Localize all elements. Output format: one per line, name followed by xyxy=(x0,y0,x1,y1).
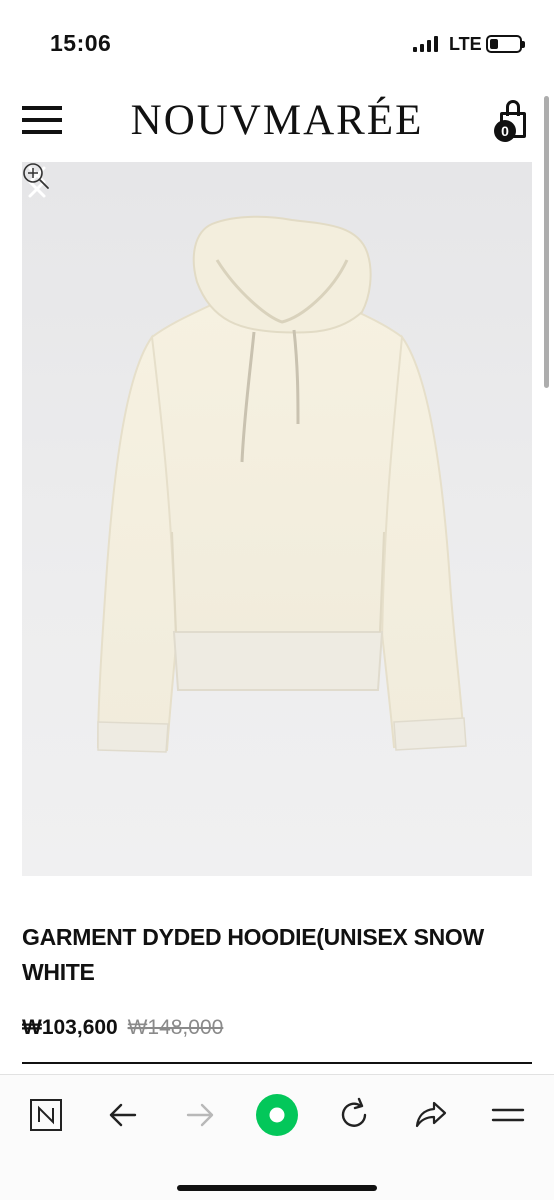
network-type: LTE xyxy=(449,34,482,54)
product-title: GARMENT DYDED HOODIE(UNISEX SNOW WHITE xyxy=(22,924,484,985)
status-bar: 15:06 LTE xyxy=(0,0,554,86)
site-header: NOUVMARÉE 0 xyxy=(0,86,554,162)
signal-icon xyxy=(413,36,439,52)
sale-price: ₩103,600 xyxy=(22,1016,118,1039)
cart-count-badge: 0 xyxy=(494,120,516,142)
status-time: 15:06 xyxy=(50,30,112,56)
battery-level xyxy=(490,39,498,49)
battery-icon xyxy=(486,35,525,53)
original-price: ₩148,000 xyxy=(127,1016,224,1039)
price-row: ₩103,600 ₩148,000 xyxy=(22,1016,223,1040)
naver-n-icon[interactable] xyxy=(24,1093,68,1137)
product-image-gallery[interactable] xyxy=(22,162,532,876)
shopping-bag-icon[interactable]: 0 xyxy=(494,98,534,142)
section-divider xyxy=(22,1062,532,1064)
product-image-hoodie xyxy=(96,215,467,753)
menu-lines-icon[interactable] xyxy=(486,1093,530,1137)
home-indicator[interactable] xyxy=(177,1185,377,1191)
refresh-icon[interactable] xyxy=(332,1093,376,1137)
forward-arrow-icon[interactable] xyxy=(178,1093,222,1137)
browser-toolbar xyxy=(0,1074,554,1200)
brand-logo[interactable]: NOUVMARÉE xyxy=(0,96,554,145)
page-scrollbar[interactable] xyxy=(544,96,549,388)
share-icon[interactable] xyxy=(409,1093,453,1137)
back-arrow-icon[interactable] xyxy=(101,1093,145,1137)
zoom-in-icon[interactable] xyxy=(22,162,50,190)
green-home-icon[interactable] xyxy=(255,1093,299,1137)
